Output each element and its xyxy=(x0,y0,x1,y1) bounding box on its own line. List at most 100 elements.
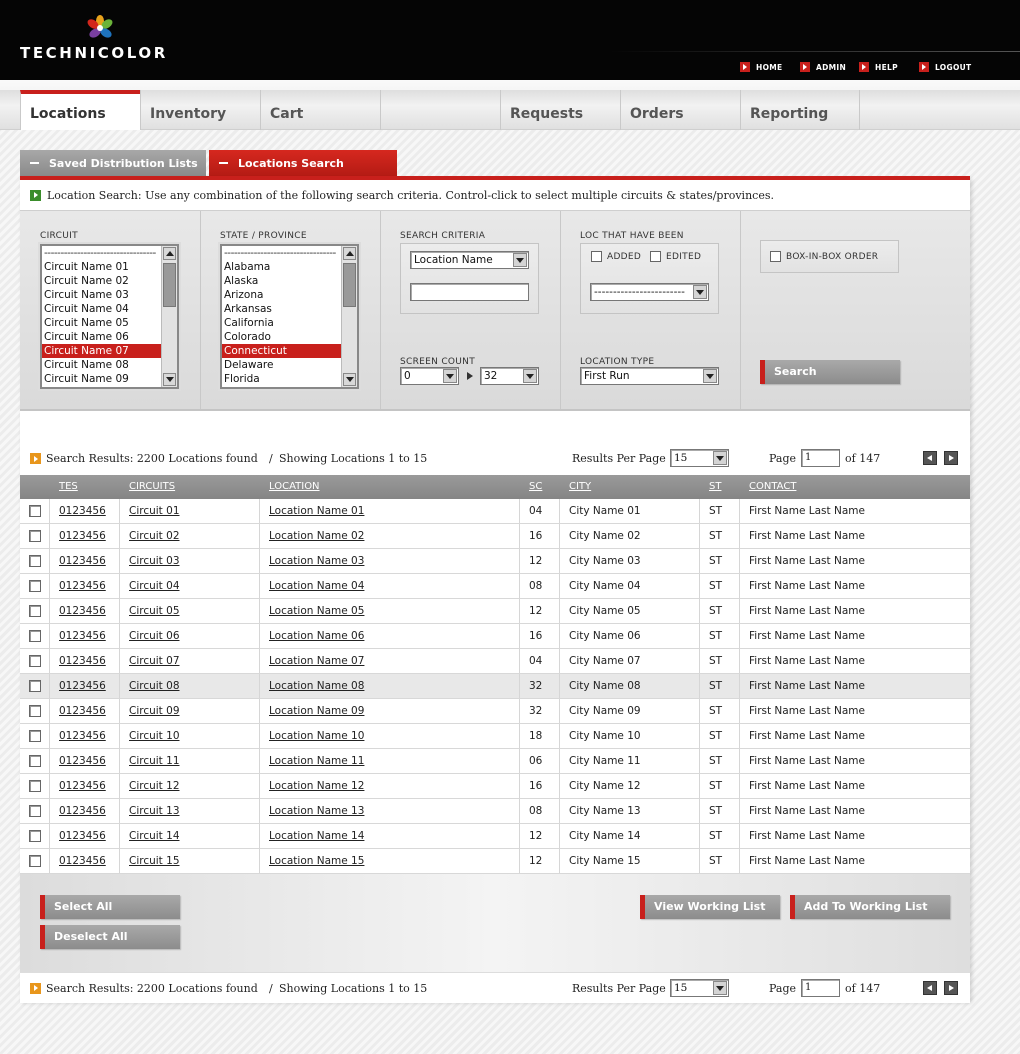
row-checkbox[interactable] xyxy=(29,505,41,517)
circuit-cell[interactable]: Circuit 04 xyxy=(129,574,180,598)
circuit-option[interactable]: Circuit Name 09 xyxy=(42,372,177,386)
circuit-option[interactable]: Circuit Name 06 xyxy=(42,330,177,344)
location-cell[interactable]: Location Name 11 xyxy=(269,749,364,773)
circuit-option[interactable]: Circuit Name 01 xyxy=(42,260,177,274)
locations-search-tab[interactable]: Locations Search xyxy=(209,150,397,176)
table-row[interactable]: 0123456 Circuit 09 Location Name 09 32 City … xyxy=(20,699,970,724)
table-row[interactable]: 0123456 Circuit 14 Location Name 14 12 City … xyxy=(20,824,970,849)
table-row[interactable]: 0123456 Circuit 10 Location Name 10 18 City … xyxy=(20,724,970,749)
search-criteria-select[interactable]: Location Name xyxy=(410,251,529,269)
tab-inventory[interactable]: Inventory xyxy=(140,90,260,130)
scroll-up-icon[interactable] xyxy=(163,247,176,260)
state-option[interactable]: California xyxy=(222,316,357,330)
table-row[interactable]: 0123456 Circuit 05 Location Name 05 12 City … xyxy=(20,599,970,624)
next-page-icon[interactable] xyxy=(944,981,958,995)
row-checkbox[interactable] xyxy=(29,805,41,817)
location-cell[interactable]: Location Name 06 xyxy=(269,624,364,648)
added-checkbox[interactable] xyxy=(591,251,602,262)
row-checkbox[interactable] xyxy=(29,755,41,767)
location-cell[interactable]: Location Name 12 xyxy=(269,774,364,798)
screen-count-to-select[interactable]: 32 xyxy=(480,367,539,385)
row-checkbox[interactable] xyxy=(29,555,41,567)
scroll-thumb[interactable] xyxy=(163,263,176,307)
select-all-button[interactable]: Select All xyxy=(40,895,180,919)
circuit-option-selected[interactable]: Circuit Name 07 xyxy=(42,344,177,358)
circuit-cell[interactable]: Circuit 05 xyxy=(129,599,180,623)
col-header-st[interactable]: ST xyxy=(709,475,721,499)
location-cell[interactable]: Location Name 05 xyxy=(269,599,364,623)
tes-cell[interactable]: 0123456 xyxy=(59,499,106,523)
tes-cell[interactable]: 0123456 xyxy=(59,699,106,723)
tes-cell[interactable]: 0123456 xyxy=(59,524,106,548)
circuit-option[interactable]: Circuit Name 04 xyxy=(42,302,177,316)
circuit-option[interactable]: Circuit Name 03 xyxy=(42,288,177,302)
tab-requests[interactable]: Requests xyxy=(500,90,620,130)
circuit-cell[interactable]: Circuit 07 xyxy=(129,649,180,673)
row-checkbox[interactable] xyxy=(29,530,41,542)
location-cell[interactable]: Location Name 10 xyxy=(269,724,364,748)
col-header-city[interactable]: CITY xyxy=(569,475,591,499)
table-row[interactable]: 0123456 Circuit 13 Location Name 13 08 City … xyxy=(20,799,970,824)
table-row[interactable]: 0123456 Circuit 01 Location Name 01 04 City … xyxy=(20,499,970,524)
location-type-select[interactable]: First Run xyxy=(580,367,719,385)
table-row[interactable]: 0123456 Circuit 07 Location Name 07 04 City … xyxy=(20,649,970,674)
location-cell[interactable]: Location Name 07 xyxy=(269,649,364,673)
circuit-cell[interactable]: Circuit 06 xyxy=(129,624,180,648)
state-option[interactable]: Florida xyxy=(222,372,357,386)
state-option[interactable]: Arizona xyxy=(222,288,357,302)
location-cell[interactable]: Location Name 04 xyxy=(269,574,364,598)
state-option[interactable]: Delaware xyxy=(222,358,357,372)
tes-cell[interactable]: 0123456 xyxy=(59,549,106,573)
admin-link[interactable]: ADMIN xyxy=(800,61,846,73)
search-text-input[interactable] xyxy=(410,283,529,301)
state-option[interactable]: Alabama xyxy=(222,260,357,274)
circuit-scrollbar[interactable] xyxy=(161,246,177,387)
circuit-listbox[interactable]: ---------------------------------- Circu… xyxy=(40,244,179,389)
tes-cell[interactable]: 0123456 xyxy=(59,824,106,848)
state-listbox[interactable]: ---------------------------------- Alaba… xyxy=(220,244,359,389)
help-link[interactable]: HELP xyxy=(859,61,898,73)
row-checkbox[interactable] xyxy=(29,855,41,867)
tes-cell[interactable]: 0123456 xyxy=(59,749,106,773)
scroll-down-icon[interactable] xyxy=(343,373,356,386)
scroll-thumb[interactable] xyxy=(343,263,356,307)
location-cell[interactable]: Location Name 02 xyxy=(269,524,364,548)
circuit-cell[interactable]: Circuit 13 xyxy=(129,799,180,823)
circuit-option[interactable]: Circuit Name 08 xyxy=(42,358,177,372)
circuit-cell[interactable]: Circuit 01 xyxy=(129,499,180,523)
per-page-select[interactable]: 15 xyxy=(670,979,729,997)
location-cell[interactable]: Location Name 15 xyxy=(269,849,364,873)
page-input[interactable]: 1 xyxy=(801,449,840,467)
row-checkbox[interactable] xyxy=(29,780,41,792)
table-row[interactable]: 0123456 Circuit 03 Location Name 03 12 City … xyxy=(20,549,970,574)
table-row[interactable]: 0123456 Circuit 12 Location Name 12 16 City … xyxy=(20,774,970,799)
circuit-cell[interactable]: Circuit 08 xyxy=(129,674,180,698)
box-in-box-checkbox[interactable] xyxy=(770,251,781,262)
add-to-working-list-button[interactable]: Add To Working List xyxy=(790,895,950,919)
location-cell[interactable]: Location Name 03 xyxy=(269,549,364,573)
row-checkbox[interactable] xyxy=(29,630,41,642)
tab-locations[interactable]: Locations xyxy=(20,90,140,130)
location-cell[interactable]: Location Name 14 xyxy=(269,824,364,848)
state-option[interactable]: Alaska xyxy=(222,274,357,288)
edited-checkbox[interactable] xyxy=(650,251,661,262)
prev-page-icon[interactable] xyxy=(923,451,937,465)
next-page-icon[interactable] xyxy=(944,451,958,465)
tes-cell[interactable]: 0123456 xyxy=(59,674,106,698)
circuit-option[interactable]: Circuit Name 02 xyxy=(42,274,177,288)
table-row[interactable]: 0123456 Circuit 11 Location Name 11 06 City … xyxy=(20,749,970,774)
loc-status-select[interactable]: ------------------------ xyxy=(590,283,709,301)
col-header-circuits[interactable]: CIRCUITS xyxy=(129,475,175,499)
circuit-cell[interactable]: Circuit 14 xyxy=(129,824,180,848)
row-checkbox[interactable] xyxy=(29,680,41,692)
scroll-down-icon[interactable] xyxy=(163,373,176,386)
circuit-cell[interactable]: Circuit 12 xyxy=(129,774,180,798)
state-option[interactable]: Arkansas xyxy=(222,302,357,316)
location-cell[interactable]: Location Name 13 xyxy=(269,799,364,823)
table-row[interactable]: 0123456 Circuit 08 Location Name 08 32 City … xyxy=(20,674,970,699)
table-row[interactable]: 0123456 Circuit 15 Location Name 15 12 City … xyxy=(20,849,970,874)
location-cell[interactable]: Location Name 09 xyxy=(269,699,364,723)
logout-link[interactable]: LOGOUT xyxy=(919,61,971,73)
circuit-cell[interactable]: Circuit 15 xyxy=(129,849,180,873)
col-header-sc[interactable]: SC xyxy=(529,475,542,499)
